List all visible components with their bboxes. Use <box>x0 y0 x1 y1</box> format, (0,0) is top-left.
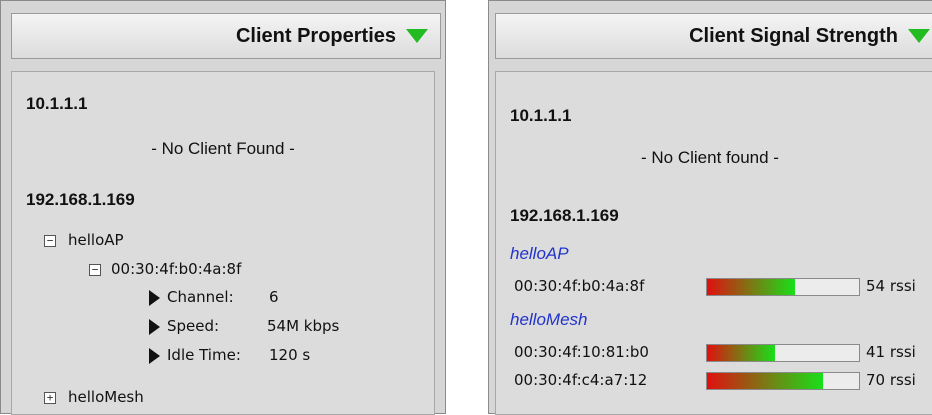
ip-address: 10.1.1.1 <box>26 94 88 113</box>
ap-name-hellomesh: helloMesh <box>510 310 588 329</box>
channel-value: 6 <box>269 288 279 306</box>
dropdown-triangle-icon[interactable] <box>406 29 428 43</box>
client-properties-content: 10.1.1.1 - No Client Found - 192.168.1.1… <box>11 71 435 415</box>
channel-label: Channel: <box>167 288 234 306</box>
rssi-value: 70 rssi <box>866 371 916 389</box>
idle-time-label: Idle Time: <box>167 346 241 364</box>
expand-icon[interactable]: + <box>44 392 56 404</box>
signal-strength-bar <box>706 278 860 296</box>
panel-title: Client Signal Strength <box>689 24 898 47</box>
dropdown-triangle-icon[interactable] <box>908 29 930 43</box>
client-properties-header[interactable]: Client Properties <box>11 13 441 59</box>
signal-strength-bar <box>706 344 860 362</box>
signal-strength-fill <box>707 373 823 389</box>
panel-title: Client Properties <box>235 24 396 47</box>
speed-value: 54M kbps <box>267 317 340 335</box>
no-client-message: - No Client found - <box>641 148 779 167</box>
signal-strength-bar <box>706 372 860 390</box>
signal-strength-fill <box>707 345 776 361</box>
bullet-arrow-icon <box>149 348 160 364</box>
bullet-arrow-icon <box>149 319 160 335</box>
client-mac: 00:30:4f:10:81:b0 <box>514 343 649 361</box>
client-properties-panel: Client Properties 10.1.1.1 - No Client F… <box>0 0 446 415</box>
ip-address: 10.1.1.1 <box>510 106 572 125</box>
collapse-icon[interactable]: − <box>89 264 101 276</box>
collapse-icon[interactable]: − <box>44 235 56 247</box>
no-client-message: - No Client Found - <box>151 139 295 158</box>
ip-address: 192.168.1.169 <box>26 190 135 209</box>
bullet-arrow-icon <box>149 290 160 306</box>
rssi-value: 54 rssi <box>866 277 916 295</box>
client-mac: 00:30:4f:b0:4a:8f <box>514 277 645 295</box>
signal-strength-fill <box>707 279 796 295</box>
idle-time-value: 120 s <box>269 346 311 364</box>
ap-name-helloap: helloAP <box>510 244 569 263</box>
client-mac: 00:30:4f:c4:a7:12 <box>514 371 648 389</box>
ip-address: 192.168.1.169 <box>510 206 619 225</box>
client-node-mac[interactable]: 00:30:4f:b0:4a:8f <box>111 260 241 278</box>
client-signal-strength-panel: Client Signal Strength 10.1.1.1 - No Cli… <box>488 0 932 415</box>
rssi-value: 41 rssi <box>866 343 916 361</box>
client-signal-strength-header[interactable]: Client Signal Strength <box>495 13 932 59</box>
ap-node-helloap[interactable]: helloAP <box>68 231 124 249</box>
client-signal-strength-content: 10.1.1.1 - No Client found - 192.168.1.1… <box>495 71 932 415</box>
ap-node-hellomesh[interactable]: helloMesh <box>68 388 144 406</box>
speed-label: Speed: <box>167 317 220 335</box>
